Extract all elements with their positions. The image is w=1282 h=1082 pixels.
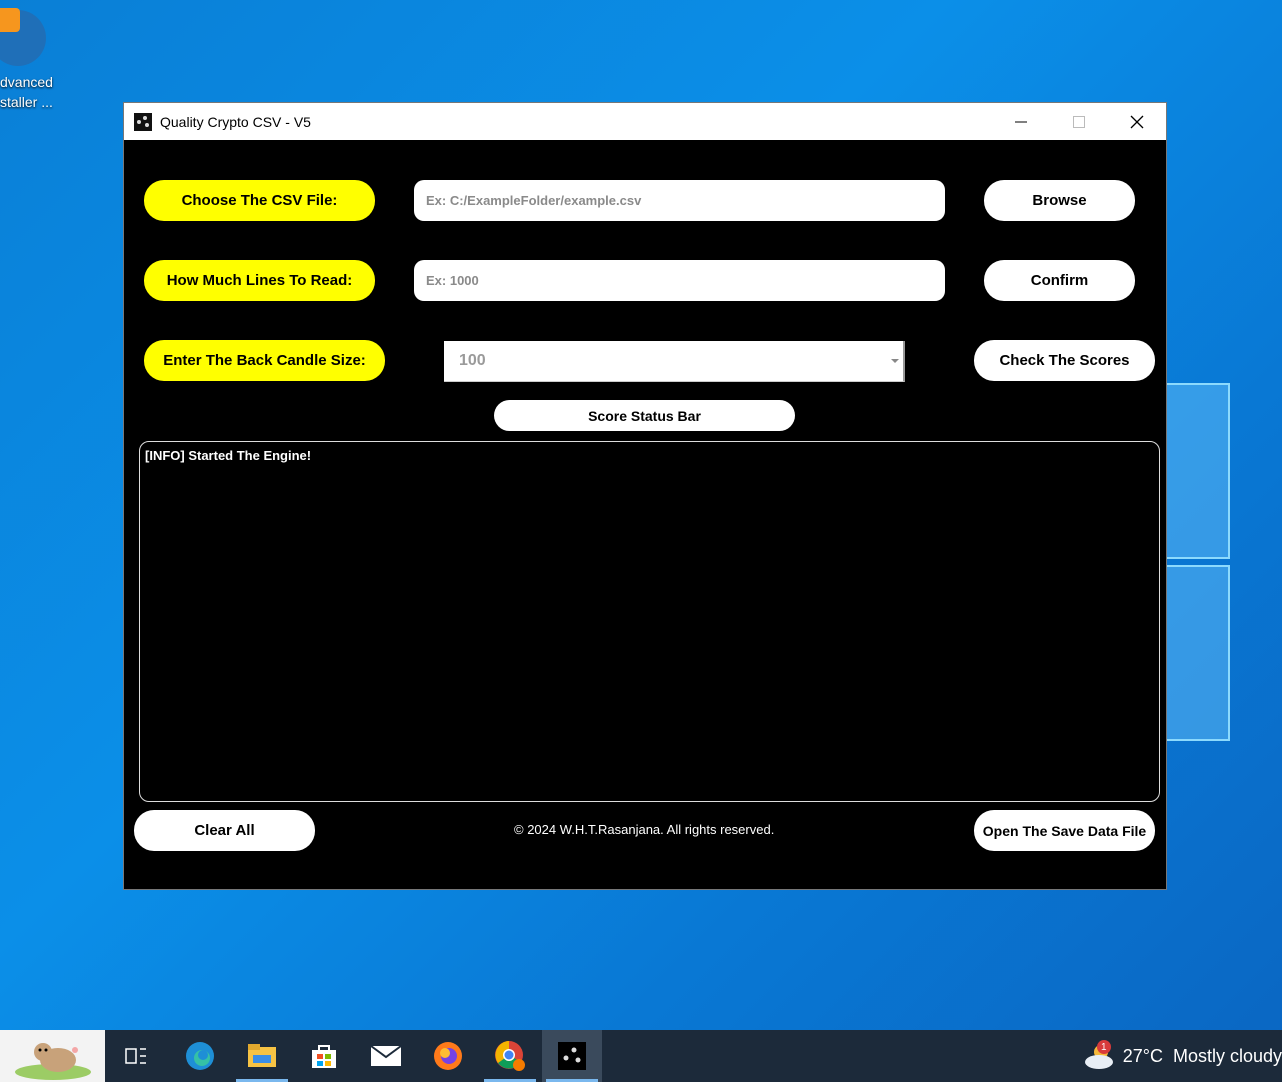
desktop-icon-advanced-installer[interactable]: dvanced staller ... xyxy=(0,0,60,110)
weather-badge: 1 xyxy=(1096,1040,1111,1054)
minimize-button[interactable] xyxy=(992,103,1050,140)
store-icon xyxy=(312,1045,336,1068)
app-icon xyxy=(558,1042,586,1070)
desktop-icon-label-1: dvanced xyxy=(0,74,53,90)
chrome-icon xyxy=(495,1041,525,1071)
score-status-bar: Score Status Bar xyxy=(494,400,795,431)
confirm-button[interactable]: Confirm xyxy=(984,260,1135,301)
lines-label: How Much Lines To Read: xyxy=(144,260,375,301)
taskbar-mail[interactable] xyxy=(356,1030,416,1082)
title-bar[interactable]: Quality Crypto CSV - V5 xyxy=(124,103,1166,140)
lines-input[interactable] xyxy=(414,260,945,301)
chevron-down-icon xyxy=(891,359,899,363)
task-view-button[interactable] xyxy=(106,1030,166,1082)
weather-temp: 27°C xyxy=(1122,1045,1163,1066)
taskbar-chrome[interactable] xyxy=(480,1030,540,1082)
taskbar-firefox[interactable] xyxy=(418,1030,478,1082)
close-button[interactable] xyxy=(1108,103,1166,140)
maximize-icon xyxy=(1073,115,1085,128)
maximize-button[interactable] xyxy=(1050,103,1108,140)
desktop-icon-label-2: staller ... xyxy=(0,94,53,110)
task-view-icon xyxy=(125,1048,146,1064)
minimize-icon xyxy=(1015,121,1027,122)
csv-path-input[interactable] xyxy=(414,180,945,221)
candle-size-select[interactable]: 100 xyxy=(444,341,905,382)
copyright-text: © 2024 W.H.T.Rasanjana. All rights reser… xyxy=(514,822,775,837)
taskbar: 1 27°C Mostly cloudy xyxy=(0,1030,1282,1082)
log-line: [INFO] Started The Engine! xyxy=(145,448,312,463)
firefox-icon xyxy=(434,1042,462,1070)
app-icon xyxy=(134,112,152,131)
close-icon xyxy=(1130,115,1144,128)
candle-size-value: 100 xyxy=(459,352,486,369)
window-title: Quality Crypto CSV - V5 xyxy=(160,113,311,130)
taskbar-store[interactable] xyxy=(294,1030,354,1082)
browse-button[interactable]: Browse xyxy=(984,180,1135,221)
taskbar-quality-crypto-csv[interactable] xyxy=(542,1030,602,1082)
taskbar-file-explorer[interactable] xyxy=(232,1030,292,1082)
taskbar-edge[interactable] xyxy=(170,1030,230,1082)
folder-icon xyxy=(248,1044,276,1067)
open-save-file-button[interactable]: Open The Save Data File xyxy=(974,810,1155,851)
log-output[interactable]: [INFO] Started The Engine! xyxy=(139,441,1160,802)
mail-icon xyxy=(370,1045,402,1066)
clear-all-button[interactable]: Clear All xyxy=(134,810,315,851)
weather-desc: Mostly cloudy xyxy=(1172,1045,1282,1066)
search-highlight-widget[interactable] xyxy=(0,1030,105,1082)
app-window: Quality Crypto CSV - V5 Choose The CSV F… xyxy=(123,102,1167,890)
animal-doodle-icon xyxy=(14,1043,91,1080)
check-scores-button[interactable]: Check The Scores xyxy=(974,340,1155,381)
candle-size-label: Enter The Back Candle Size: xyxy=(144,340,385,381)
csv-file-label: Choose The CSV File: xyxy=(144,180,375,221)
edge-icon xyxy=(186,1042,214,1070)
weather-widget[interactable]: 1 27°C Mostly cloudy xyxy=(1081,1030,1282,1082)
